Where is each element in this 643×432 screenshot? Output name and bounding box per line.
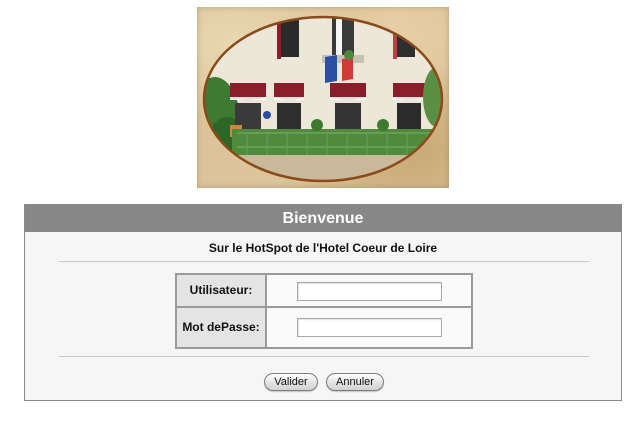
panel-title: Bienvenue	[25, 205, 621, 232]
password-label-line1: Mot de	[182, 320, 221, 334]
divider-bottom	[59, 356, 589, 357]
divider-top	[59, 261, 589, 262]
password-row: Mot de Passe:	[177, 308, 471, 347]
hotel-photo	[197, 7, 449, 188]
username-label: Utilisateur:	[177, 275, 267, 306]
username-row: Utilisateur:	[177, 275, 471, 308]
password-label: Mot de Passe:	[177, 308, 267, 347]
password-cell	[267, 308, 471, 347]
hotel-facade-image	[202, 15, 444, 183]
login-panel: Bienvenue Sur le HotSpot de l'Hotel Coeu…	[24, 204, 622, 401]
login-form: Utilisateur: Mot de Passe:	[175, 273, 473, 349]
password-input[interactable]	[297, 318, 442, 337]
panel-subtitle: Sur le HotSpot de l'Hotel Coeur de Loire	[208, 241, 438, 255]
cancel-button[interactable]: Annuler	[326, 373, 384, 391]
username-input[interactable]	[297, 282, 442, 301]
password-label-line2: Passe:	[220, 320, 260, 334]
username-cell	[267, 275, 471, 306]
submit-button[interactable]: Valider	[264, 373, 318, 391]
